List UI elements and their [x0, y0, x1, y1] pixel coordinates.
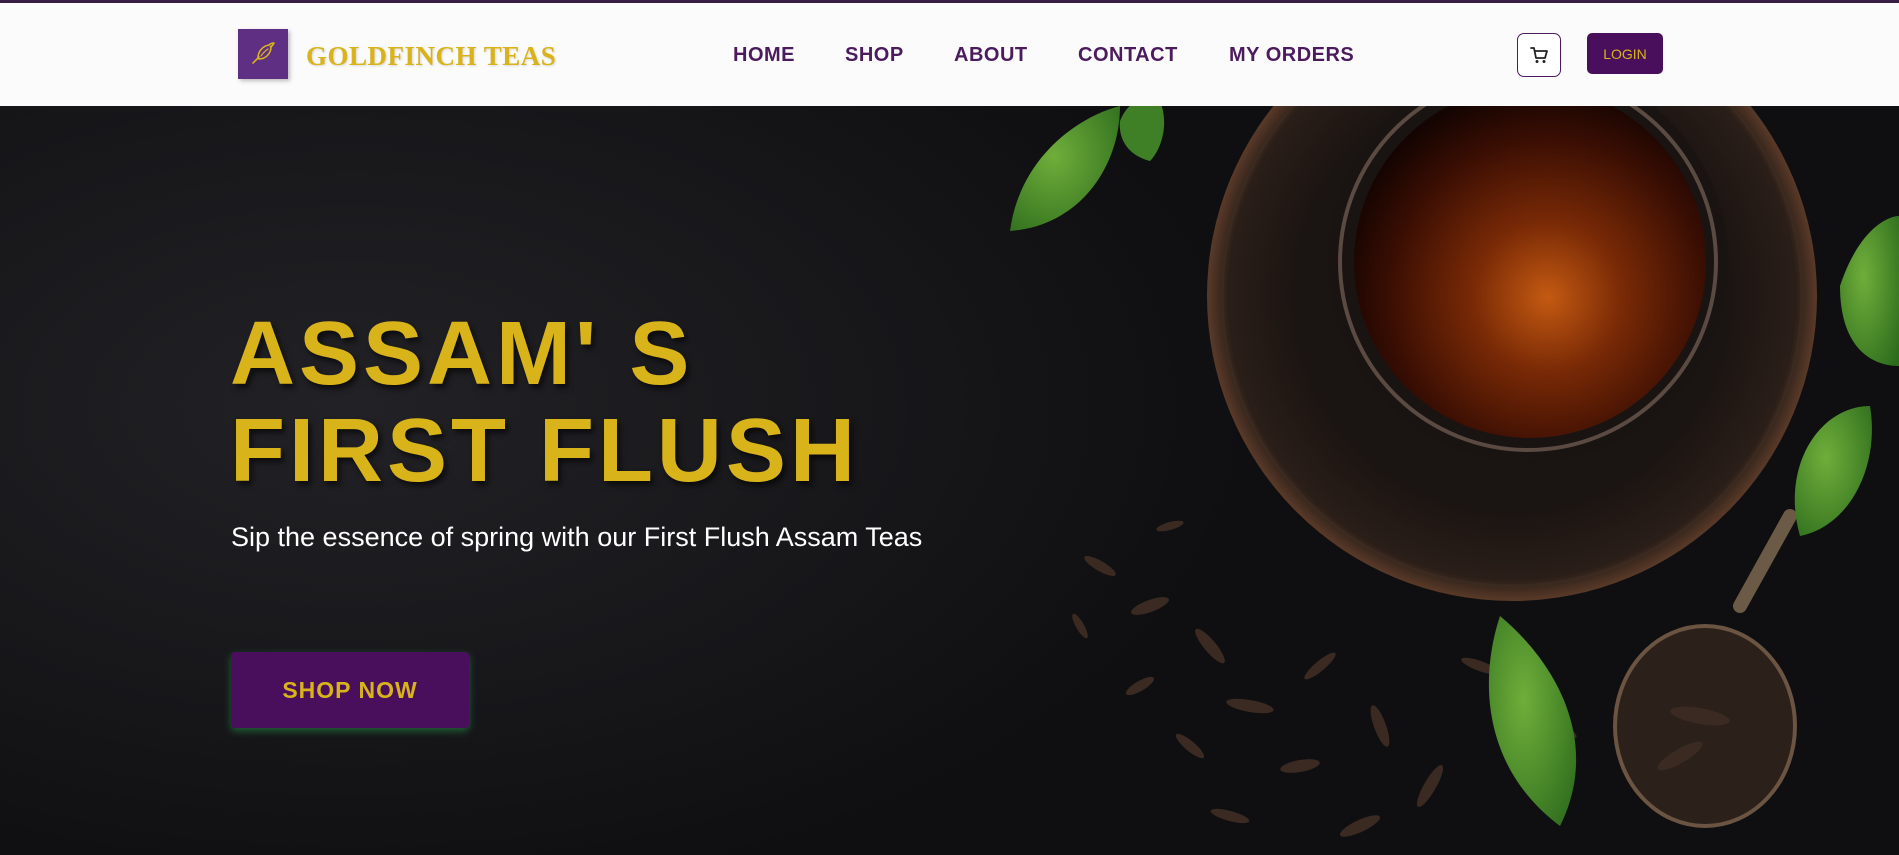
shop-now-button[interactable]: SHOP NOW [231, 652, 469, 728]
brand-name[interactable]: GOLDFINCH TEAS [306, 41, 556, 72]
hero-section: ASSAM' S FIRST FLUSH Sip the essence of … [0, 106, 1899, 855]
site-header: GOLDFINCH TEAS HOME SHOP ABOUT CONTACT M… [0, 3, 1899, 106]
hero-subtitle: Sip the essence of spring with our First… [231, 522, 923, 552]
nav-shop[interactable]: SHOP [845, 44, 904, 67]
logo[interactable] [238, 29, 288, 79]
cart-button[interactable] [1517, 33, 1561, 77]
hero-title-line1: ASSAM' S [230, 304, 694, 404]
hero-title: ASSAM' S FIRST FLUSH [230, 306, 990, 500]
nav-about[interactable]: ABOUT [954, 44, 1028, 67]
login-button[interactable]: LOGIN [1587, 33, 1663, 74]
nav-my-orders[interactable]: MY ORDERS [1229, 44, 1354, 67]
nav-contact[interactable]: CONTACT [1078, 44, 1178, 67]
cart-icon [1530, 47, 1548, 63]
nav-home[interactable]: HOME [733, 44, 795, 67]
hero-title-line2: FIRST FLUSH [230, 401, 859, 501]
bird-icon [252, 42, 275, 64]
